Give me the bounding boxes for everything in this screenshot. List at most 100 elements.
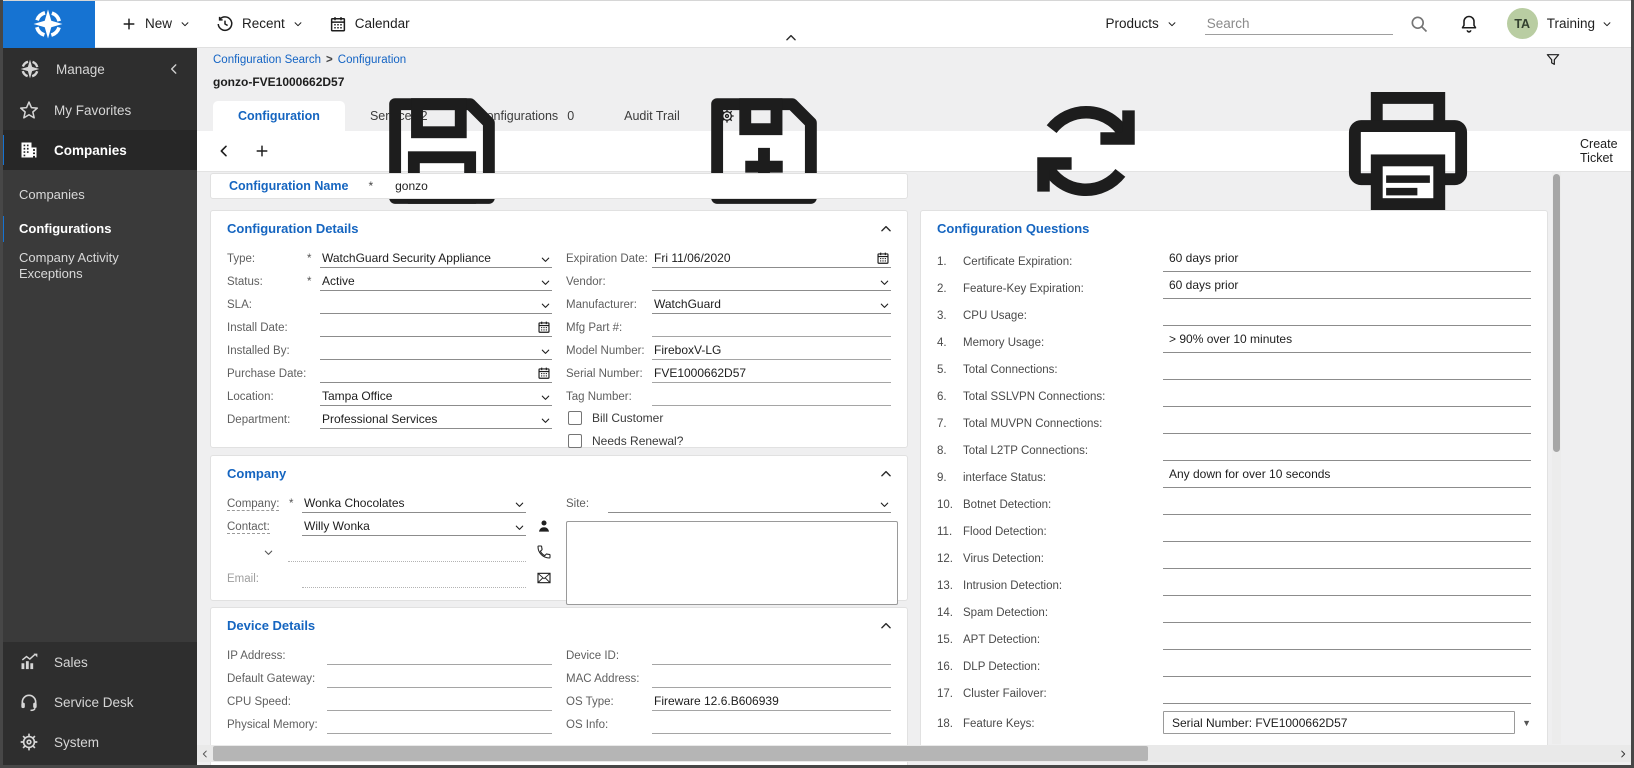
products-menu-button[interactable]: Products [1105,16,1176,31]
question-answer-field[interactable]: > 90% over 10 minutes [1163,332,1531,353]
install-date-field[interactable] [320,317,552,337]
notifications-bell-icon[interactable] [1459,14,1479,34]
dropdown-arrow-icon[interactable]: ▼ [1515,718,1531,734]
question-answer-textarea[interactable]: Serial Number: FVE1000662D57 [1163,711,1515,734]
status-dropdown[interactable]: Active [320,271,552,291]
search-icon[interactable] [1409,14,1429,34]
os-type-field[interactable]: Fireware 12.6.B606939 [652,691,891,711]
question-answer-field[interactable] [1163,602,1531,623]
add-button[interactable] [243,131,281,171]
save-button[interactable] [281,131,603,171]
question-answer-field[interactable] [1163,683,1531,704]
vertical-scrollbar[interactable] [1552,172,1561,744]
question-answer-field[interactable] [1163,494,1531,515]
horizontal-scrollbar[interactable] [197,745,1631,762]
refresh-button[interactable] [925,131,1247,171]
breadcrumb-link-configuration-search[interactable]: Configuration Search [213,54,321,66]
breadcrumb-link-configuration[interactable]: Configuration [338,54,406,66]
question-answer-field[interactable] [1163,656,1531,677]
sla-dropdown[interactable] [320,294,552,314]
collapse-sidebar-chevron[interactable] [167,62,181,76]
question-answer-field[interactable] [1163,440,1531,461]
mac-address-field[interactable] [652,668,891,688]
needs-renewal-checkbox[interactable] [568,434,582,448]
vertical-scrollbar-thumb[interactable] [1553,174,1560,452]
create-ticket-button[interactable]: Create Ticket [1569,131,1629,171]
scroll-left-arrow[interactable] [197,749,213,759]
phone-icon[interactable] [536,544,552,560]
configuration-name-field[interactable]: gonzo [395,179,428,193]
email-field[interactable] [302,568,526,588]
tag-number-field[interactable] [652,386,891,406]
bill-customer-checkbox[interactable] [568,411,582,425]
save-and-add-button[interactable] [603,131,925,171]
mfg-part-field[interactable] [652,317,891,337]
serial-number-field[interactable]: FVE1000662D57 [652,363,891,383]
calendar-icon[interactable] [537,320,551,334]
site-address-box[interactable] [566,521,898,605]
app-logo[interactable] [0,0,95,48]
submenu-item-configurations[interactable]: Configurations [0,212,197,246]
company-dropdown[interactable]: Wonka Chocolates [302,493,526,513]
os-info-field[interactable] [652,714,891,734]
question-answer-field[interactable] [1163,413,1531,434]
contact-label[interactable]: Contact: [227,521,289,536]
phone-type-dropdown-chevron[interactable] [263,547,274,558]
collapse-pod-chevron[interactable] [879,619,893,633]
search-input[interactable] [1205,13,1393,35]
sidebar-item-companies[interactable]: Companies [0,130,197,170]
question-answer-field[interactable] [1163,548,1531,569]
question-answer-field[interactable]: 60 days prior [1163,278,1531,299]
submenu-item-companies[interactable]: Companies [0,178,197,212]
question-answer-field[interactable] [1163,305,1531,326]
sidebar-item-manage[interactable]: Manage [0,48,197,90]
question-answer-field[interactable] [1163,575,1531,596]
filter-funnel-icon[interactable] [1545,52,1561,68]
installed-by-dropdown[interactable] [320,340,552,360]
default-gateway-field[interactable] [327,668,552,688]
department-dropdown[interactable]: Professional Services [320,409,552,429]
sidebar-item-system[interactable]: System [0,722,197,762]
sidebar-item-service-desk[interactable]: Service Desk [0,682,197,722]
sidebar-item-sales[interactable]: Sales [0,642,197,682]
question-answer-field[interactable] [1163,386,1531,407]
scroll-right-arrow[interactable] [1615,749,1631,759]
vendor-dropdown[interactable] [652,271,891,291]
collapse-pod-chevron[interactable] [879,222,893,236]
horizontal-scrollbar-track[interactable] [213,745,1615,762]
cpu-speed-field[interactable] [327,691,552,711]
purchase-date-field[interactable] [320,363,552,383]
question-answer-field[interactable] [1163,521,1531,542]
model-number-field[interactable]: FireboxV-LG [652,340,891,360]
envelope-icon[interactable] [536,570,552,586]
back-button[interactable] [205,131,243,171]
question-answer-field[interactable] [1163,359,1531,380]
recent-menu-button[interactable]: Recent [216,15,303,33]
type-dropdown[interactable]: WatchGuard Security Appliance [320,248,552,268]
account-menu-button[interactable]: Training [1547,16,1612,31]
submenu-item-company-activity-exceptions[interactable]: Company Activity Exceptions [0,246,185,287]
person-icon[interactable] [536,518,552,534]
physical-memory-field[interactable] [327,714,552,734]
calendar-icon[interactable] [876,251,890,265]
location-dropdown[interactable]: Tampa Office [320,386,552,406]
copy-button[interactable] [1629,131,1634,171]
avatar[interactable]: TA [1507,8,1538,39]
company-label[interactable]: Company: [227,498,289,513]
question-answer-field[interactable] [1163,629,1531,650]
calendar-icon[interactable] [537,366,551,380]
contact-dropdown[interactable]: Willy Wonka [302,516,526,536]
new-menu-button[interactable]: New [121,16,190,32]
manufacturer-dropdown[interactable]: WatchGuard [652,294,891,314]
collapse-topbar-chevron[interactable] [784,31,798,45]
device-id-field[interactable] [652,645,891,665]
question-answer-field[interactable]: Any down for over 10 seconds [1163,467,1531,488]
sidebar-item-my-favorites[interactable]: My Favorites [0,90,197,130]
site-dropdown[interactable] [608,493,891,513]
ip-address-field[interactable] [327,645,552,665]
print-button[interactable] [1247,131,1569,171]
expiration-date-field[interactable]: Fri 11/06/2020 [652,248,891,268]
horizontal-scrollbar-thumb[interactable] [213,746,1148,761]
calendar-button[interactable]: Calendar [329,15,410,33]
collapse-pod-chevron[interactable] [879,467,893,481]
